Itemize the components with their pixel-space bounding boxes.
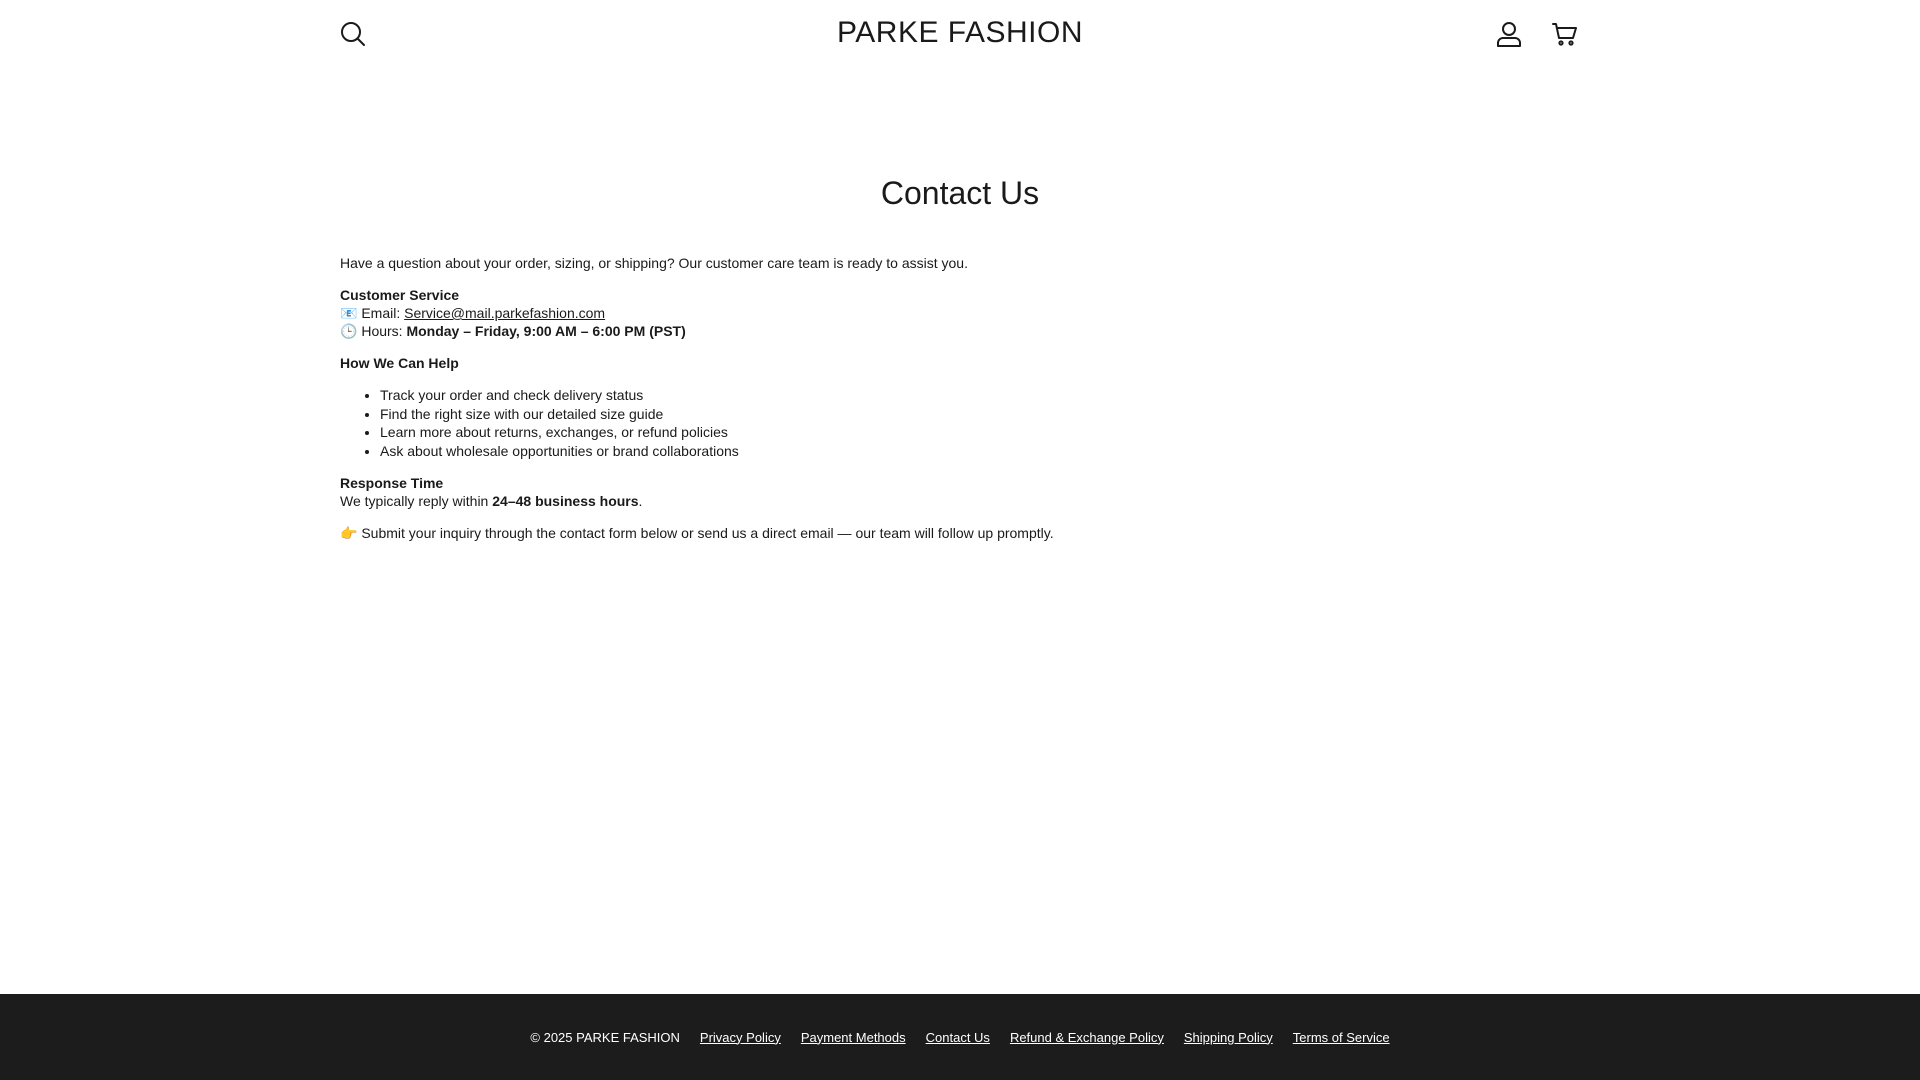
- list-item: Ask about wholesale opportunities or bra…: [380, 442, 1580, 461]
- page-title: Contact Us: [880, 175, 1040, 211]
- cart-icon: [1552, 23, 1577, 46]
- customer-service-heading: Customer Service: [340, 287, 460, 303]
- response-time-section: Response Time We typically reply within …: [340, 474, 1580, 510]
- response-time-value: 24–48 business hours: [492, 493, 639, 509]
- hours-value: Monday – Friday, 9:00 AM – 6:00 PM (PST): [406, 323, 686, 339]
- customer-service-section: Customer Service 📧 Email: Service@mail.p…: [340, 286, 1580, 340]
- page: PARKE FASHION Contact Us Have a question…: [0, 0, 1920, 1080]
- site-logo[interactable]: PARKE FASHION: [837, 16, 1083, 49]
- logo-container: PARKE FASHION: [0, 16, 1920, 50]
- response-text-after: .: [638, 493, 643, 509]
- copyright-text: © 2025 PARKE FASHION: [530, 1029, 680, 1045]
- cta-text: Submit your inquiry through the contact …: [361, 525, 1054, 541]
- help-heading-wrap: How We Can Help: [340, 354, 1580, 372]
- site-footer: © 2025 PARKE FASHION Privacy Policy Paym…: [0, 994, 1920, 1080]
- list-item: Track your order and check delivery stat…: [380, 386, 1580, 405]
- site-header: PARKE FASHION: [0, 0, 1920, 72]
- search-icon: [341, 22, 365, 46]
- search-button[interactable]: [337, 18, 369, 50]
- main-content: Contact Us Have a question about your or…: [340, 170, 1580, 556]
- intro-text: Have a question about your order, sizing…: [340, 255, 968, 271]
- list-item: Learn more about returns, exchanges, or …: [380, 423, 1580, 442]
- footer-link-refund-exchange-policy[interactable]: Refund & Exchange Policy: [1010, 1030, 1164, 1045]
- email-emoji: 📧: [340, 305, 358, 321]
- cta-text-section: 👉 Submit your inquiry through the contac…: [340, 524, 1580, 542]
- footer-link-shipping-policy[interactable]: Shipping Policy: [1184, 1030, 1273, 1045]
- footer-link-terms-of-service[interactable]: Terms of Service: [1293, 1030, 1390, 1045]
- hours-label: Hours:: [361, 323, 403, 339]
- response-time-heading: Response Time: [340, 475, 444, 491]
- footer-link-contact-us[interactable]: Contact Us: [926, 1030, 990, 1045]
- cart-button[interactable]: [1549, 18, 1581, 50]
- help-list: Track your order and check delivery stat…: [380, 386, 1580, 460]
- clock-emoji: 🕒: [340, 323, 358, 339]
- contact-content: Have a question about your order, sizing…: [340, 254, 1580, 542]
- email-link[interactable]: Service@mail.parkefashion.com: [404, 305, 605, 321]
- user-icon: [1497, 22, 1521, 47]
- pointing-emoji: 👉: [340, 525, 358, 541]
- email-label: Email:: [361, 305, 401, 321]
- response-text-before: We typically reply within: [340, 493, 489, 509]
- footer-link-privacy-policy[interactable]: Privacy Policy: [700, 1030, 781, 1045]
- footer-link-payment-methods[interactable]: Payment Methods: [801, 1030, 906, 1045]
- account-button[interactable]: [1493, 18, 1525, 50]
- list-item: Find the right size with our detailed si…: [380, 405, 1580, 424]
- help-heading: How We Can Help: [340, 355, 459, 371]
